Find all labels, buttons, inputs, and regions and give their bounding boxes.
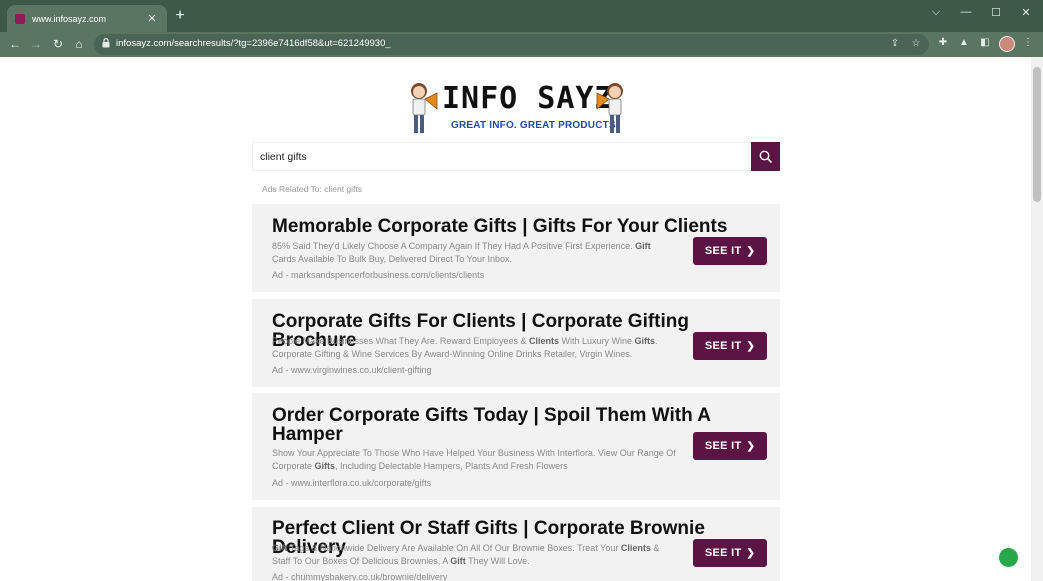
mascot-left-icon: [411, 83, 438, 133]
flask-icon[interactable]: ▲: [957, 36, 971, 50]
search-bar: [252, 142, 780, 171]
bookmark-star-icon[interactable]: ☆: [909, 37, 923, 51]
see-it-button[interactable]: SEE IT ❯: [693, 332, 767, 360]
lock-icon[interactable]: [102, 38, 110, 48]
chevron-right-icon: ❯: [746, 245, 756, 257]
mascot-right-icon: [596, 83, 623, 133]
maximize-button[interactable]: ☐: [987, 6, 1005, 19]
browser-window: www.infosayz.com ✕ + ⌵ — ☐ ✕ ← → ↻ ⌂ inf…: [0, 0, 1043, 581]
see-it-label: SEE IT: [704, 547, 742, 559]
share-icon[interactable]: ⇪: [888, 37, 902, 51]
close-window-button[interactable]: ✕: [1017, 6, 1035, 19]
ad-url[interactable]: Ad - www.virginwines.co.uk/client-giftin…: [272, 365, 432, 375]
scrollbar-thumb[interactable]: [1033, 67, 1041, 202]
logo-tagline: GREAT INFO. GREAT PRODUCTS: [451, 120, 616, 131]
browser-toolbar: ← → ↻ ⌂ infosayz.com/searchresults/?tg=2…: [0, 32, 1043, 57]
address-bar[interactable]: infosayz.com/searchresults/?tg=2396e7416…: [94, 34, 929, 55]
browser-tab[interactable]: www.infosayz.com ✕: [7, 5, 167, 32]
extensions-puzzle-icon[interactable]: ✚: [936, 36, 950, 50]
side-panel-icon[interactable]: ◧: [978, 36, 992, 50]
ad-description: People Make Businesses What They Are. Re…: [272, 336, 658, 359]
tab-title: www.infosayz.com: [32, 13, 107, 24]
ad-description: Show Your Appreciate To Those Who Have H…: [272, 448, 676, 471]
url-text[interactable]: infosayz.com/searchresults/?tg=2396e7416…: [116, 38, 391, 49]
page-viewport: INFO SAYZ GREAT INFO. GREAT PRODUCTS Ads…: [0, 57, 1031, 581]
chevron-right-icon: ❯: [746, 547, 756, 559]
new-tab-button[interactable]: +: [172, 8, 188, 24]
ads-related-label: Ads Related To: client gifts: [262, 184, 363, 194]
menu-kebab-icon[interactable]: ⋮: [1021, 36, 1035, 50]
ad-card: Order Corporate Gifts Today | Spoil Them…: [252, 393, 780, 500]
chevron-right-icon: ❯: [746, 340, 756, 352]
site-favicon-icon: [15, 13, 25, 24]
ad-card: Perfect Client Or Staff Gifts | Corporat…: [252, 507, 780, 581]
see-it-label: SEE IT: [704, 440, 742, 452]
profile-avatar[interactable]: [999, 36, 1015, 52]
chevron-right-icon: ❯: [746, 440, 756, 452]
page-scrollbar[interactable]: [1031, 57, 1043, 581]
see-it-label: SEE IT: [704, 340, 742, 352]
ad-description: Gift Tags & Nationwide Delivery Are Avai…: [272, 543, 660, 566]
ad-title[interactable]: Order Corporate Gifts Today | Spoil Them…: [272, 406, 712, 444]
site-logo[interactable]: INFO SAYZ GREAT INFO. GREAT PRODUCTS: [406, 79, 626, 135]
tab-strip: www.infosayz.com ✕ + ⌵ — ☐ ✕: [0, 0, 1043, 32]
minimize-button[interactable]: —: [957, 6, 975, 18]
see-it-button[interactable]: SEE IT ❯: [693, 432, 767, 460]
search-button[interactable]: [751, 142, 780, 171]
search-input[interactable]: [253, 143, 751, 170]
home-button[interactable]: ⌂: [71, 36, 87, 52]
search-icon: [759, 150, 772, 163]
see-it-label: SEE IT: [704, 245, 742, 257]
see-it-button[interactable]: SEE IT ❯: [693, 237, 767, 265]
ad-description: 85% Said They'd Likely Choose A Company …: [272, 241, 651, 264]
tab-search-dropdown-icon[interactable]: ⌵: [927, 6, 945, 19]
ad-card: Corporate Gifts For Clients | Corporate …: [252, 299, 780, 387]
tab-close-icon[interactable]: ✕: [145, 12, 159, 25]
ad-title[interactable]: Memorable Corporate Gifts | Gifts For Yo…: [272, 217, 772, 236]
floating-helper-icon[interactable]: [999, 548, 1018, 567]
forward-button[interactable]: →: [28, 36, 44, 52]
see-it-button[interactable]: SEE IT ❯: [693, 539, 767, 567]
logo-title: INFO SAYZ: [442, 81, 614, 116]
back-button[interactable]: ←: [7, 36, 23, 52]
ad-url[interactable]: Ad - chummysbakery.co.uk/brownie/deliver…: [272, 572, 447, 581]
ad-card: Memorable Corporate Gifts | Gifts For Yo…: [252, 204, 780, 292]
ad-url[interactable]: Ad - www.interflora.co.uk/corporate/gift…: [272, 478, 431, 488]
ad-url[interactable]: Ad - marksandspencerforbusiness.com/clie…: [272, 270, 484, 280]
reload-button[interactable]: ↻: [50, 36, 66, 52]
